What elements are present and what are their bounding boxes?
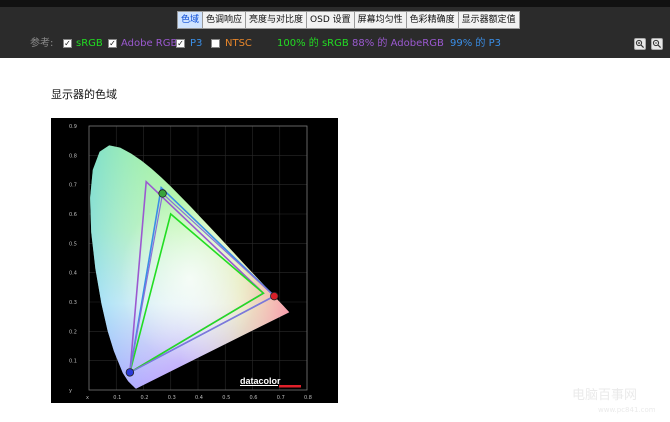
x-tick-label: 0.7	[277, 395, 285, 401]
section-title: 显示器的色域	[51, 88, 117, 101]
checkbox-ntsc[interactable]	[211, 39, 220, 48]
y-tick-label: 0.9	[69, 124, 77, 130]
gamut-chart: 0.9 0.8 0.7 0.6 0.5 0.4 0.3 0.2 0.1 y x 0.1 0.2 0.3 0.…	[51, 118, 338, 403]
tab-1[interactable]: 色调响应	[202, 11, 246, 29]
coverage-of: 的	[308, 38, 319, 49]
coverage-value: 100%	[277, 38, 306, 49]
red-primary-marker	[270, 291, 279, 301]
tab-5[interactable]: 色彩精确度	[405, 11, 458, 29]
x-tick-label: 0.3	[168, 395, 176, 401]
coverage-value: 88%	[352, 38, 375, 49]
zoom-out-button[interactable]	[651, 38, 663, 50]
tab-2[interactable]: 亮度与对比度	[245, 11, 307, 29]
checkbox-srgb[interactable]: ✓	[63, 39, 72, 48]
y-tick-label: 0.8	[69, 153, 77, 159]
gamut-chart-svg: 0.9 0.8 0.7 0.6 0.5 0.4 0.3 0.2 0.1 y x 0.1 0.2 0.3 0.…	[69, 124, 312, 401]
option-label-2: P3	[190, 38, 203, 49]
checkbox-adobe-rgb[interactable]: ✓	[108, 39, 117, 48]
tab-bar: 色域 色调响应 亮度与对比度 OSD 设置 屏幕均匀性 色彩精确度 显示器额定值	[177, 11, 520, 29]
x-tick-label: 0.5	[222, 395, 230, 401]
y-tick-label: 0.1	[69, 359, 77, 365]
tab-3[interactable]: OSD 设置	[306, 11, 354, 29]
tab-0[interactable]: 色域	[177, 11, 203, 29]
zoom-out-icon	[652, 39, 662, 49]
y-tick-label: 0.6	[69, 212, 77, 218]
y-tick-label: 0.4	[69, 271, 77, 277]
coverage-stat-0: 100% 的 sRGB	[277, 37, 349, 51]
coverage-stat-2: 99% 的 P3	[450, 37, 501, 51]
x-tick-label: x	[86, 395, 89, 401]
coverage-value: 99%	[450, 38, 473, 49]
x-tick-label: 0.8	[304, 395, 312, 401]
datacolor-logo: datacolor	[240, 376, 301, 388]
coverage-space: AdobeRGB	[390, 38, 444, 49]
coverage-of: 的	[475, 38, 486, 49]
checkbox-p3[interactable]: ✓	[176, 39, 185, 48]
option-label-3: NTSC	[225, 38, 252, 49]
coverage-space: P3	[488, 38, 502, 49]
watermark-text: 电脑百事网	[572, 388, 638, 403]
top-toolbar: 色域 色调响应 亮度与对比度 OSD 设置 屏幕均匀性 色彩精确度 显示器额定值 参考: ✓…	[0, 0, 670, 58]
y-tick-label: 0.7	[69, 183, 77, 189]
blue-primary-marker	[125, 368, 135, 377]
coverage-of: 的	[377, 38, 388, 49]
top-edge	[0, 0, 670, 7]
coverage-space: sRGB	[321, 38, 349, 49]
x-tick-label: 0.1	[113, 395, 121, 401]
x-tick-label: 0.4	[195, 395, 203, 401]
option-label-1: Adobe RGB	[121, 38, 178, 49]
zoom-in-icon	[635, 39, 645, 49]
y-tick-label: 0.5	[69, 241, 77, 247]
y-tick-label: 0.3	[69, 300, 77, 306]
tab-6[interactable]: 显示器额定值	[457, 11, 520, 29]
logo-text: datacolor	[240, 376, 281, 386]
y-tick-label: 0.2	[69, 329, 77, 335]
green-primary-marker	[158, 189, 167, 198]
y-tick-label: y	[69, 388, 72, 394]
watermark-url: www.pc841.com	[598, 406, 656, 414]
x-tick-label: 0.2	[141, 395, 149, 401]
reference-label: 参考:	[30, 38, 54, 49]
x-tick-label: 0.6	[250, 395, 258, 401]
spectral-locus-white	[90, 145, 290, 389]
tab-4[interactable]: 屏幕均匀性	[353, 11, 406, 29]
option-label-0: sRGB	[76, 38, 103, 49]
coverage-stat-1: 88% 的 AdobeRGB	[352, 37, 444, 51]
zoom-in-button[interactable]	[634, 38, 646, 50]
